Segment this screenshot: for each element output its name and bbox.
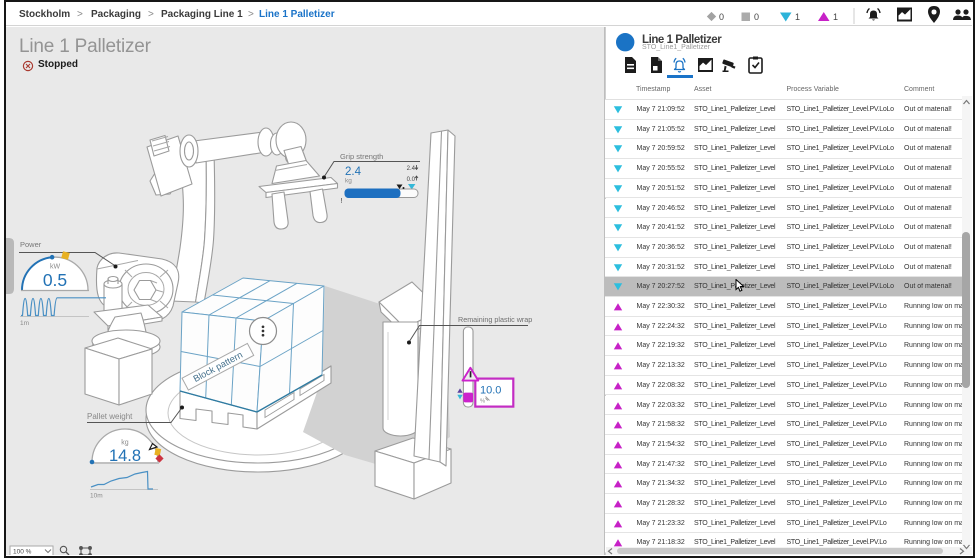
svg-text:0.5: 0.5 <box>43 270 67 290</box>
svg-text:kg: kg <box>345 178 352 185</box>
svg-text:1m: 1m <box>20 320 29 327</box>
svg-text:2.4: 2.4 <box>345 166 362 178</box>
svg-text:1: 1 <box>833 12 838 22</box>
svg-text:1: 1 <box>795 12 800 22</box>
svg-text:%: % <box>480 399 485 405</box>
svg-text:Remaining plastic wrap: Remaining plastic wrap <box>458 315 532 324</box>
svg-text:Power: Power <box>20 240 42 249</box>
svg-text:!: ! <box>341 198 343 205</box>
svg-text:0: 0 <box>719 12 724 22</box>
svg-text:Grip strength: Grip strength <box>340 152 383 161</box>
svg-text:Pallet weight: Pallet weight <box>87 412 133 421</box>
svg-text:kg: kg <box>121 440 129 447</box>
svg-text:0: 0 <box>754 12 759 22</box>
svg-text:10m: 10m <box>90 493 103 500</box>
svg-text:10.0: 10.0 <box>480 385 501 397</box>
svg-text:100 %: 100 % <box>13 549 32 556</box>
svg-text:0.0: 0.0 <box>407 177 416 183</box>
svg-text:2.4: 2.4 <box>407 166 416 172</box>
svg-text:14.8: 14.8 <box>109 447 141 465</box>
